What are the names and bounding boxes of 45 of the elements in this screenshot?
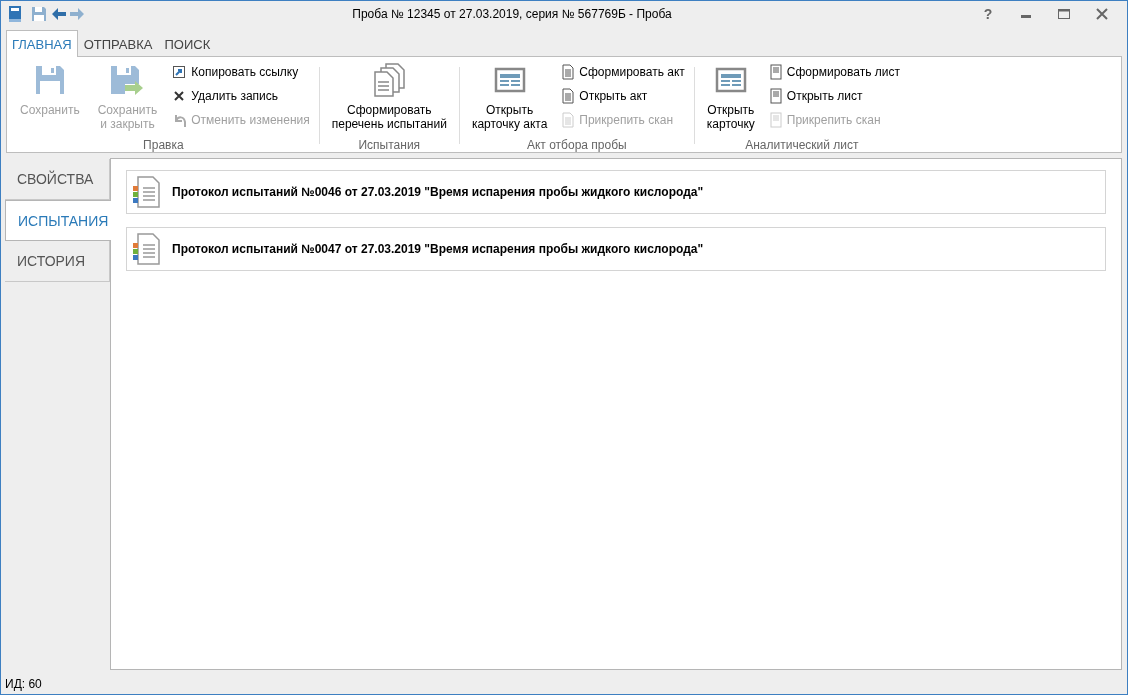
group-label: Аналитический лист (745, 138, 859, 152)
cross-icon (172, 89, 187, 103)
card-icon (493, 67, 526, 93)
ribbon-button[interactable]: Открыть карточку (700, 61, 761, 133)
window-title: Проба № 12345 от 27.03.2019, серия № 567769Б - Проба (352, 7, 672, 21)
documents-icon (372, 63, 407, 97)
group-label: Правка (143, 138, 184, 152)
document-title: Протокол испытаний №0047 от 27.03.2019 "Время испарения пробы жидкого кислорода" (172, 242, 704, 256)
document-list-icon (132, 233, 160, 265)
document-item[interactable]: Протокол испытаний №0047 от 27.03.2019 "Время испарения пробы жидкого кислорода" (126, 227, 1106, 271)
book-icon[interactable] (7, 5, 23, 23)
help-button[interactable]: ? (969, 5, 1007, 23)
sheet-icon (769, 112, 782, 128)
ribbon-tab[interactable]: ПОИСК (158, 30, 217, 57)
sheet-icon (769, 88, 782, 104)
side-tab[interactable]: ИСТОРИЯ (5, 241, 110, 282)
maximize-icon[interactable] (1057, 8, 1071, 20)
ribbon-button[interactable]: Копировать ссылку (169, 61, 313, 83)
group-label: Испытания (358, 138, 421, 152)
side-tab[interactable]: ИСПЫТАНИЯ (5, 200, 111, 241)
status-text: ИД: 60 (5, 677, 42, 691)
ribbon-button[interactable]: Открыть акт (559, 85, 688, 107)
ribbon-tab[interactable]: ГЛАВНАЯ (6, 30, 78, 57)
document-title: Протокол испытаний №0046 от 27.03.2019 "Время испарения пробы жидкого кислорода" (172, 185, 704, 199)
ribbon-button[interactable]: Сформировать акт (559, 61, 688, 83)
document-icon (562, 64, 575, 80)
ribbon-button[interactable]: Удалить запись (169, 85, 313, 107)
sheet-icon (769, 64, 782, 80)
link-icon (172, 65, 187, 79)
card-icon (714, 67, 747, 93)
ribbon-button[interactable]: Открыть карточку акта (465, 61, 554, 133)
document-icon (562, 88, 575, 104)
save-icon (33, 64, 66, 96)
undo-icon (172, 113, 187, 127)
ribbon-button[interactable]: Сформировать лист (766, 61, 903, 83)
group-label: Акт отбора пробы (527, 138, 627, 152)
ribbon-tab[interactable]: ОТПРАВКА (77, 30, 159, 57)
ribbon-button[interactable]: Сформировать перечень испытаний (325, 61, 453, 133)
side-tab[interactable]: СВОЙСТВА (5, 159, 110, 200)
back-arrow-icon[interactable] (51, 7, 67, 21)
document-list-icon (132, 176, 160, 208)
ribbon-button[interactable]: Открыть лист (766, 85, 903, 107)
close-icon[interactable] (1096, 8, 1108, 20)
document-icon (562, 112, 575, 128)
document-item[interactable]: Протокол испытаний №0046 от 27.03.2019 "Время испарения пробы жидкого кислорода" (126, 170, 1106, 214)
